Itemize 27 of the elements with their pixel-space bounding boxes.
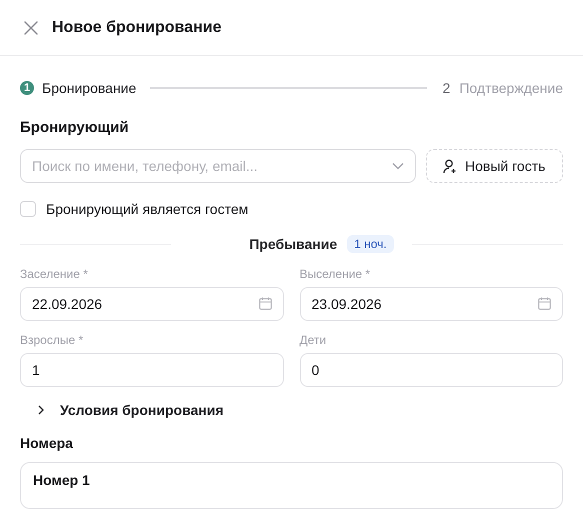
- new-guest-button[interactable]: Новый гость: [426, 149, 563, 183]
- field-label: Выселение *: [300, 267, 372, 281]
- step-label[interactable]: Бронирование: [42, 80, 136, 96]
- user-plus-icon: [443, 158, 457, 174]
- date-field[interactable]: 22.09.2026: [20, 287, 284, 321]
- close-icon[interactable]: [24, 20, 38, 34]
- number-field[interactable]: 0: [300, 353, 563, 387]
- checkbox-label[interactable]: Бронирующий является гостем: [46, 201, 248, 217]
- step-number: 2: [441, 80, 452, 94]
- chevron-down-icon[interactable]: [392, 162, 404, 170]
- step-number: 1: [20, 80, 34, 94]
- section-title: Бронирующий: [20, 119, 130, 136]
- field-label: Заселение *: [20, 267, 89, 281]
- conditions-toggle[interactable]: Условия бронирования: [36, 401, 224, 419]
- search-field[interactable]: Поиск по имени, телефону, email...: [20, 149, 416, 183]
- section-title: Пребывание: [249, 236, 338, 252]
- field-label: Дети: [300, 333, 328, 347]
- date-field[interactable]: 23.09.2026: [300, 287, 563, 321]
- calendar-icon[interactable]: [538, 297, 551, 310]
- nights-badge: 1 ноч.: [347, 235, 394, 253]
- dialog-title: Новое бронирование: [52, 18, 222, 36]
- field-label: Взрослые *: [20, 333, 84, 347]
- section-title: Номера: [20, 435, 74, 451]
- number-field[interactable]: 1: [20, 353, 284, 387]
- checkbox[interactable]: [20, 201, 36, 217]
- room-title: Номер 1: [33, 472, 91, 488]
- calendar-icon[interactable]: [258, 297, 272, 310]
